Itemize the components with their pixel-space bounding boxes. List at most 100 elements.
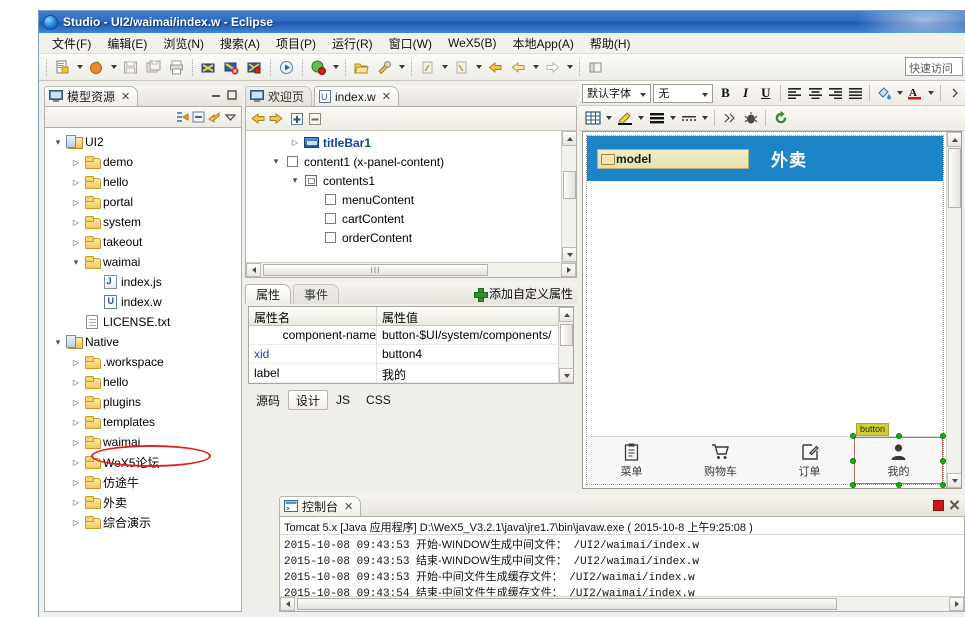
scroll-thumb[interactable] [297,598,837,610]
build-icon[interactable] [198,57,219,78]
wex5-dropdown-icon[interactable] [108,57,119,78]
debug-dropdown-icon[interactable] [330,57,341,78]
outline-horizontal-scrollbar[interactable]: III [246,262,576,277]
debug-icon[interactable] [308,57,329,78]
text-color-icon[interactable]: A [905,83,925,103]
model-resource-tree-container[interactable]: UI2 demo hello portal system takeout waimai ind… [44,127,242,612]
property-value[interactable]: button4 [377,345,573,363]
tabitem-order[interactable]: 订单 [765,437,854,484]
menu-help[interactable]: 帮助(H) [582,33,639,54]
resize-handle-tl[interactable] [850,433,856,439]
tree-item-demo[interactable]: demo [45,152,241,172]
scroll-down-icon[interactable] [559,368,573,383]
fill-color-icon[interactable] [874,83,894,103]
minimize-icon[interactable] [208,87,224,103]
tab-index-w[interactable]: U index.w ✕ [314,86,399,106]
tab-events[interactable]: 事件 [293,284,340,304]
scroll-down-icon[interactable] [562,247,576,262]
link-with-editor-icon[interactable] [174,109,190,125]
next-edit-icon[interactable] [542,57,563,78]
chevron-right-icon[interactable] [69,218,83,227]
stop-icon[interactable] [930,497,946,513]
menu-edit[interactable]: 编辑(E) [99,33,155,54]
prev-annotation-dropdown-icon[interactable] [439,57,450,78]
search-dropdown-icon[interactable] [396,57,407,78]
menu-window[interactable]: 窗口(W) [381,33,440,54]
build-error-icon[interactable] [221,57,242,78]
design-preview-canvas[interactable]: model 外卖 菜单 购物车 订单 button 我的 [582,131,962,489]
tree-item-hello[interactable]: hello [45,372,241,392]
refresh-icon[interactable] [770,108,791,128]
next-annotation-icon[interactable] [451,57,472,78]
scroll-down-icon[interactable] [947,473,961,488]
chevron-right-icon[interactable] [288,138,302,147]
tree-item-hello[interactable]: hello [45,172,241,192]
search-icon[interactable] [374,57,395,78]
save-icon[interactable] [120,57,141,78]
scroll-up-icon[interactable] [559,307,573,322]
chevron-right-icon[interactable] [69,358,83,367]
chevron-right-icon[interactable] [69,518,83,527]
property-row[interactable]: component-name button-$UI/system/componen… [249,326,573,345]
chevron-down-icon[interactable] [51,337,65,348]
scroll-right-icon[interactable] [949,597,964,611]
resize-handle-tc[interactable] [895,433,902,439]
list-icon[interactable] [646,108,667,128]
tabitem-cart[interactable]: 购物车 [676,437,765,484]
next-edit-dropdown-icon[interactable] [564,57,575,78]
run-icon[interactable] [276,57,297,78]
align-right-icon[interactable] [825,83,845,103]
model-resource-tree[interactable]: UI2 demo hello portal system takeout waimai ind… [45,128,241,532]
close-icon[interactable]: ✕ [382,90,391,103]
property-row[interactable]: xid button4 [249,345,573,364]
outline-item-cartContent[interactable]: cartContent [246,209,576,228]
console-horizontal-scrollbar[interactable] [280,596,964,611]
align-left-icon[interactable] [785,83,805,103]
pen-icon[interactable] [614,108,635,128]
new-icon[interactable] [52,57,73,78]
chevron-right-icon[interactable] [69,198,83,207]
quick-access-input[interactable]: 快速访问 [905,57,963,76]
collapse-all-icon[interactable] [190,109,206,125]
italic-button[interactable]: I [736,83,756,103]
tree-item-UI2[interactable]: UI2 [45,132,241,152]
new-dropdown-icon[interactable] [74,57,85,78]
chevron-down-icon[interactable] [51,137,65,148]
tree-item-system[interactable]: system [45,212,241,232]
border-dropdown-icon[interactable] [699,108,710,129]
scroll-thumb[interactable] [948,148,961,208]
chevron-right-icon[interactable] [69,418,83,427]
properties-table[interactable]: 属性名 属性值 component-name button-$UI/system/… [248,306,574,384]
outline-tree[interactable]: titleBar1 content1 (x-panel-content) conte… [246,131,576,251]
menu-run[interactable]: 运行(R) [324,33,381,54]
outline-item-ownContent[interactable]: ownContent [246,247,576,252]
tab-design[interactable]: 设计 [288,390,329,410]
add-custom-property-button[interactable]: 添加自定义属性 [473,285,573,302]
scroll-left-icon[interactable] [280,597,295,611]
view-menu-icon[interactable] [222,109,238,125]
outline-item-menuContent[interactable]: menuContent [246,190,576,209]
expand-all-icon[interactable] [289,111,305,127]
text-color-dropdown-icon[interactable] [925,83,936,104]
scroll-up-icon[interactable] [562,131,576,146]
scroll-thumb[interactable] [560,324,573,346]
toolbar-overflow-icon[interactable] [945,83,965,103]
tab-model-resource[interactable]: 模型资源 ✕ [44,86,139,106]
scroll-thumb[interactable] [563,171,576,199]
chevron-right-icon[interactable] [69,158,83,167]
outline-item-contents1[interactable]: contents1 [246,171,576,190]
tree-item-LICENSE.txt[interactable]: LICENSE.txt [45,312,241,332]
chevron-right-icon[interactable] [69,478,83,487]
chevron-right-icon[interactable] [69,498,83,507]
tree-item-index.w[interactable]: index.w [45,292,241,312]
tab-welcome[interactable]: 欢迎页 [245,86,313,106]
resize-handle-bl[interactable] [850,482,856,488]
properties-vertical-scrollbar[interactable] [558,307,573,383]
bold-button[interactable]: B [715,83,735,103]
menu-project[interactable]: 项目(P) [268,33,324,54]
menu-localapp[interactable]: 本地App(A) [504,33,581,54]
fill-color-dropdown-icon[interactable] [895,83,906,104]
back-icon[interactable] [485,57,506,78]
align-center-icon[interactable] [805,83,825,103]
app-titlebar-component[interactable]: model 外卖 [587,136,943,181]
